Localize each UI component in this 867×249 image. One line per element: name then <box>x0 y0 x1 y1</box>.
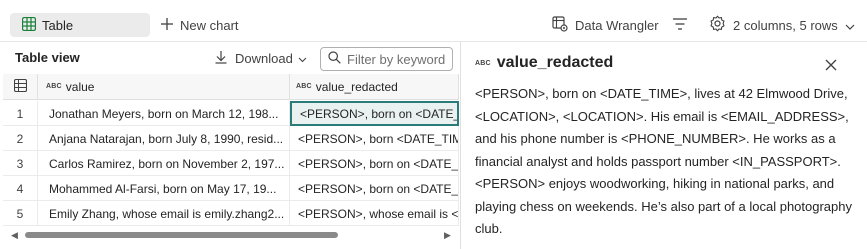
cell-value-redacted[interactable]: <PERSON>, whose email is <E <box>290 201 459 226</box>
table-icon <box>21 16 37 34</box>
table-row[interactable]: 2 Anjana Natarajan, born July 8, 1990, r… <box>3 126 459 151</box>
data-wrangler-icon <box>552 15 568 35</box>
cell-value-redacted-selected[interactable]: <PERSON>, born on <DATE_TI <box>290 101 459 126</box>
filter-lines-icon <box>672 17 688 34</box>
cell-value[interactable]: Mohammed Al-Farsi, born on May 17, 19... <box>38 176 290 201</box>
new-chart-button[interactable]: New chart <box>160 13 239 37</box>
download-label: Download <box>235 51 293 66</box>
row-index-header <box>3 74 38 100</box>
cell-value[interactable]: Carlos Ramirez, born on November 2, 197.… <box>38 151 290 176</box>
scrollbar-thumb[interactable] <box>25 232 338 238</box>
detail-header: ABC value_redacted <box>475 54 613 72</box>
column-header-label: value_redacted <box>315 79 398 94</box>
table-view-title: Table view <box>15 50 80 65</box>
columns-rows-label: 2 columns, 5 rows <box>733 17 838 33</box>
cell-value-redacted[interactable]: <PERSON>, born on <DATE_TI <box>290 151 459 176</box>
row-number: 2 <box>3 126 38 151</box>
row-number: 5 <box>3 201 38 226</box>
tab-table-label: Table <box>42 17 74 33</box>
column-header-value[interactable]: ABC value <box>38 74 290 100</box>
cell-value[interactable]: Jonathan Meyers, born on March 12, 198..… <box>38 101 290 126</box>
row-number: 3 <box>3 151 38 176</box>
tab-table[interactable]: Table <box>10 13 150 37</box>
columns-rows-dropdown[interactable]: 2 columns, 5 rows <box>709 13 855 37</box>
table-row[interactable]: 1 Jonathan Meyers, born on March 12, 198… <box>3 101 459 126</box>
cell-value[interactable]: Anjana Natarajan, born July 8, 1990, res… <box>38 126 290 151</box>
table-view-panel: Table view Download ABC value ABC value_… <box>0 42 461 249</box>
plus-icon <box>160 17 174 34</box>
scroll-left-icon[interactable]: ◀ <box>11 230 18 241</box>
download-chevron-icon <box>298 51 307 66</box>
column-header-value-redacted[interactable]: ABC value_redacted <box>290 74 459 100</box>
new-chart-label: New chart <box>180 17 239 33</box>
detail-text: <PERSON>, born on <DATE_TIME>, lives at … <box>475 86 852 236</box>
row-number: 4 <box>3 176 38 201</box>
table-row[interactable]: 3 Carlos Ramirez, born on November 2, 19… <box>3 151 459 176</box>
table-row[interactable]: 5 Emily Zhang, whose email is emily.zhan… <box>3 201 459 226</box>
detail-title: value_redacted <box>496 54 614 71</box>
data-wrangler-label: Data Wrangler <box>575 17 659 33</box>
scroll-right-icon[interactable]: ▶ <box>444 230 451 241</box>
download-button[interactable]: Download <box>214 50 307 67</box>
search-icon <box>328 51 341 67</box>
row-number: 1 <box>3 101 38 126</box>
horizontal-scrollbar[interactable]: ◀ ▶ <box>3 228 459 242</box>
cell-value[interactable]: Emily Zhang, whose email is emily.zhang2… <box>38 201 290 226</box>
top-toolbar: Table New chart Data Wrangler 2 columns,… <box>0 0 867 42</box>
text-type-icon: ABC <box>296 83 312 90</box>
download-icon <box>214 50 228 67</box>
gear-icon <box>709 15 726 35</box>
data-wrangler-button[interactable]: Data Wrangler <box>552 13 659 37</box>
cell-detail-panel: ABC value_redacted <PERSON>, born on <DA… <box>462 42 867 249</box>
table-row[interactable]: 4 Mohammed Al-Farsi, born on May 17, 19.… <box>3 176 459 201</box>
filter-input[interactable] <box>347 51 447 67</box>
cell-value-redacted[interactable]: <PERSON>, born on <DATE_TI <box>290 176 459 201</box>
chevron-down-icon <box>845 18 855 33</box>
filter-menu-button[interactable] <box>672 13 688 37</box>
table-grid-icon <box>13 78 27 95</box>
close-icon[interactable] <box>824 58 838 72</box>
text-type-icon: ABC <box>475 59 491 67</box>
filter-box[interactable] <box>320 47 453 71</box>
text-type-icon: ABC <box>46 83 62 90</box>
column-header-label: value <box>65 79 95 94</box>
cell-value-redacted[interactable]: <PERSON>, born <DATE_TIME <box>290 126 459 151</box>
